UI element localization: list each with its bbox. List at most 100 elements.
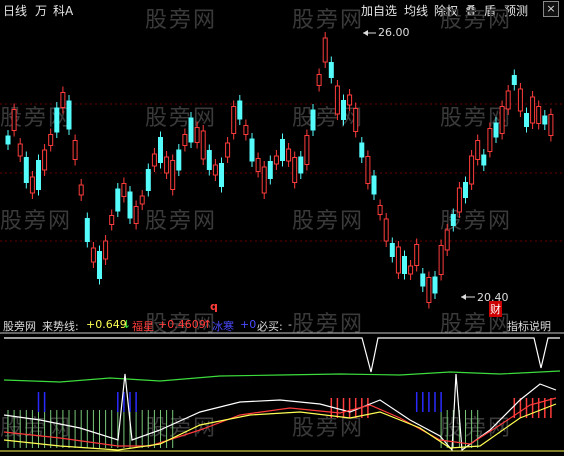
candle-body xyxy=(78,184,84,196)
candle-body xyxy=(524,113,529,127)
candle-body xyxy=(133,206,139,224)
candle-body xyxy=(36,160,41,190)
financial-report-marker[interactable]: 财 xyxy=(489,301,502,317)
candle-body xyxy=(5,135,11,145)
candle-body xyxy=(542,115,548,125)
candle-body xyxy=(145,169,151,191)
candle-body xyxy=(66,100,72,130)
candle-body xyxy=(402,256,407,274)
candle-body xyxy=(347,94,353,106)
candle-body xyxy=(60,92,66,108)
candle-body xyxy=(487,128,493,152)
indicator-site-label: 股旁网 xyxy=(3,320,36,333)
green-line xyxy=(3,370,561,383)
line4-value: - xyxy=(288,318,292,331)
candle-body xyxy=(164,156,170,174)
candle-body xyxy=(481,154,487,166)
candle-body xyxy=(450,214,456,226)
line2-value: +0.4609 xyxy=(158,318,206,331)
candle-body xyxy=(182,134,188,146)
candle-body xyxy=(17,143,23,157)
candle-body xyxy=(127,191,133,219)
candle-body xyxy=(377,205,383,215)
candle-body xyxy=(334,85,340,115)
candle-body xyxy=(273,155,279,165)
chart-window: 日线 万 科A 加自选 均线 除权 叠 盾 预测 × 股旁网 股旁网 股旁网 股… xyxy=(0,0,564,456)
candle-body xyxy=(292,157,298,183)
candle-body xyxy=(231,106,237,134)
candle-body xyxy=(212,164,218,176)
candle-body xyxy=(280,139,285,161)
line1-value: +0.649 xyxy=(86,318,127,331)
candle-body xyxy=(23,157,29,183)
candlestick-series xyxy=(5,32,554,309)
candle-body xyxy=(249,138,255,162)
candle-body xyxy=(341,100,346,120)
candle-body xyxy=(475,140,481,160)
candle-body xyxy=(353,108,359,132)
high-price-label: 26.00 xyxy=(378,26,410,39)
line1-arrow: ↓ xyxy=(122,318,132,331)
candle-body xyxy=(420,273,426,287)
low-arrow-head xyxy=(461,294,466,300)
candle-body xyxy=(103,240,109,260)
candle-body xyxy=(261,166,267,194)
candle-body xyxy=(365,156,371,184)
candle-body xyxy=(548,114,554,136)
candle-body xyxy=(139,195,145,205)
candle-body xyxy=(536,106,542,124)
candle-body xyxy=(530,96,536,124)
candle-body xyxy=(97,251,102,279)
candle-body xyxy=(469,155,475,185)
candle-body xyxy=(389,243,395,257)
candle-body xyxy=(499,106,505,134)
candle-body xyxy=(383,218,389,242)
candle-body xyxy=(298,156,304,174)
line4-name: 必买: xyxy=(257,320,283,333)
white-signal-line xyxy=(4,337,560,373)
candle-body xyxy=(517,88,523,112)
candle-body xyxy=(243,125,249,135)
candle-body xyxy=(456,187,462,213)
candle-body xyxy=(176,149,182,171)
chart-canvas[interactable] xyxy=(0,0,564,456)
candle-body xyxy=(371,175,377,195)
candle-body xyxy=(225,142,231,158)
candle-body xyxy=(170,160,176,190)
candle-body xyxy=(29,176,35,194)
candle-body xyxy=(84,218,90,242)
candle-body xyxy=(444,229,450,251)
candle-body xyxy=(42,149,48,171)
candle-body xyxy=(493,122,499,138)
candle-body xyxy=(316,74,322,86)
candle-body xyxy=(109,215,115,225)
candle-body xyxy=(322,37,328,63)
candle-body xyxy=(310,109,316,131)
candle-body xyxy=(54,107,60,133)
candle-body xyxy=(200,130,206,160)
candle-body xyxy=(90,247,96,263)
candle-body xyxy=(328,62,334,78)
candle-body xyxy=(414,244,420,266)
marker-q: q xyxy=(210,300,218,313)
candle-body xyxy=(206,150,212,170)
candle-body xyxy=(426,277,432,303)
candle-body xyxy=(438,245,444,275)
candle-body xyxy=(432,276,438,294)
high-arrow-head xyxy=(363,30,368,36)
candle-body xyxy=(48,134,54,146)
candle-body xyxy=(194,127,200,143)
candle-body xyxy=(359,142,365,158)
candle-body xyxy=(408,265,414,275)
candle-body xyxy=(151,153,157,167)
candle-body xyxy=(395,246,401,274)
candle-body xyxy=(286,148,292,162)
candle-body xyxy=(72,140,78,160)
candle-body xyxy=(121,183,127,197)
line1-name: 来势线: xyxy=(42,320,79,333)
indicator-explain-button[interactable]: 指标说明 xyxy=(507,318,551,334)
line2-arrow: ↑ xyxy=(203,318,213,331)
candle-body xyxy=(158,137,163,163)
candle-body xyxy=(11,109,17,131)
candle-body xyxy=(219,163,224,187)
